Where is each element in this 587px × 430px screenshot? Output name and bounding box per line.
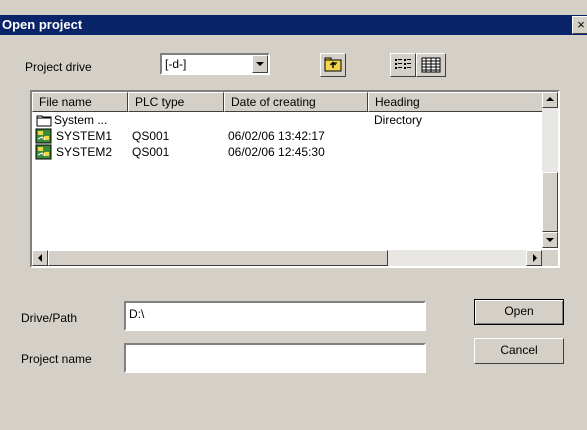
list-view-button[interactable] [390, 53, 416, 77]
scroll-right-icon[interactable] [526, 250, 542, 266]
project-drive-label: Project drive [25, 60, 92, 74]
list-item[interactable]: SYSTEM2 QS001 06/02/06 12:45:30 [32, 144, 544, 160]
date-created: 06/02/06 13:42:17 [228, 129, 325, 143]
column-header-date[interactable]: Date of creating [224, 92, 368, 112]
scroll-down-icon[interactable] [542, 232, 558, 248]
project-drive-value: [-d-] [165, 57, 187, 71]
open-project-dialog: Open project × Project drive [-d-] File … [0, 0, 587, 430]
folder-up-button[interactable] [320, 53, 346, 77]
drive-path-label: Drive/Path [21, 311, 78, 325]
project-name-field[interactable] [124, 343, 426, 373]
horizontal-scroll-thumb[interactable] [48, 250, 388, 266]
folder-icon [36, 115, 52, 127]
column-header-file-name[interactable]: File name [32, 92, 128, 112]
column-header-plc-type[interactable]: PLC type [128, 92, 224, 112]
project-icon [35, 128, 52, 144]
plc-type: QS001 [132, 129, 170, 143]
date-created: 06/02/06 12:45:30 [228, 145, 325, 159]
list-item[interactable]: System ... Directory [32, 112, 544, 128]
list-item[interactable]: SYSTEM1 QS001 06/02/06 13:42:17 [32, 128, 544, 144]
title-bar[interactable]: Open project × [0, 15, 587, 35]
scroll-up-icon[interactable] [542, 92, 558, 108]
project-name-label: Project name [21, 352, 92, 366]
plc-type: QS001 [132, 145, 170, 159]
file-list[interactable]: File name PLC type Date of creating Head… [30, 90, 560, 268]
vertical-scroll-thumb[interactable] [542, 172, 558, 232]
horizontal-scrollbar[interactable] [32, 250, 542, 266]
file-name: SYSTEM1 [56, 129, 113, 143]
close-button[interactable]: × [572, 16, 587, 34]
file-name: System ... [54, 113, 108, 127]
list-view-icon [395, 59, 411, 69]
close-icon: × [577, 17, 585, 32]
drive-path-value: D:\ [129, 307, 145, 321]
cancel-button[interactable]: Cancel [474, 338, 564, 364]
scrollbar-corner [542, 250, 558, 266]
project-drive-select[interactable]: [-d-] [160, 53, 270, 75]
details-view-button[interactable] [416, 53, 446, 77]
vertical-scrollbar[interactable] [542, 92, 558, 248]
scroll-left-icon[interactable] [32, 250, 48, 266]
column-header-heading[interactable]: Heading [368, 92, 544, 112]
dialog-title: Open project [2, 17, 83, 32]
drive-path-field[interactable]: D:\ [124, 301, 426, 331]
dropdown-arrow-icon[interactable] [252, 55, 268, 73]
details-view-icon [421, 57, 441, 73]
project-icon [35, 144, 52, 160]
heading: Directory [374, 113, 423, 127]
file-name: SYSTEM2 [56, 145, 113, 159]
open-button[interactable]: Open [474, 299, 564, 325]
folder-up-icon [324, 57, 342, 72]
